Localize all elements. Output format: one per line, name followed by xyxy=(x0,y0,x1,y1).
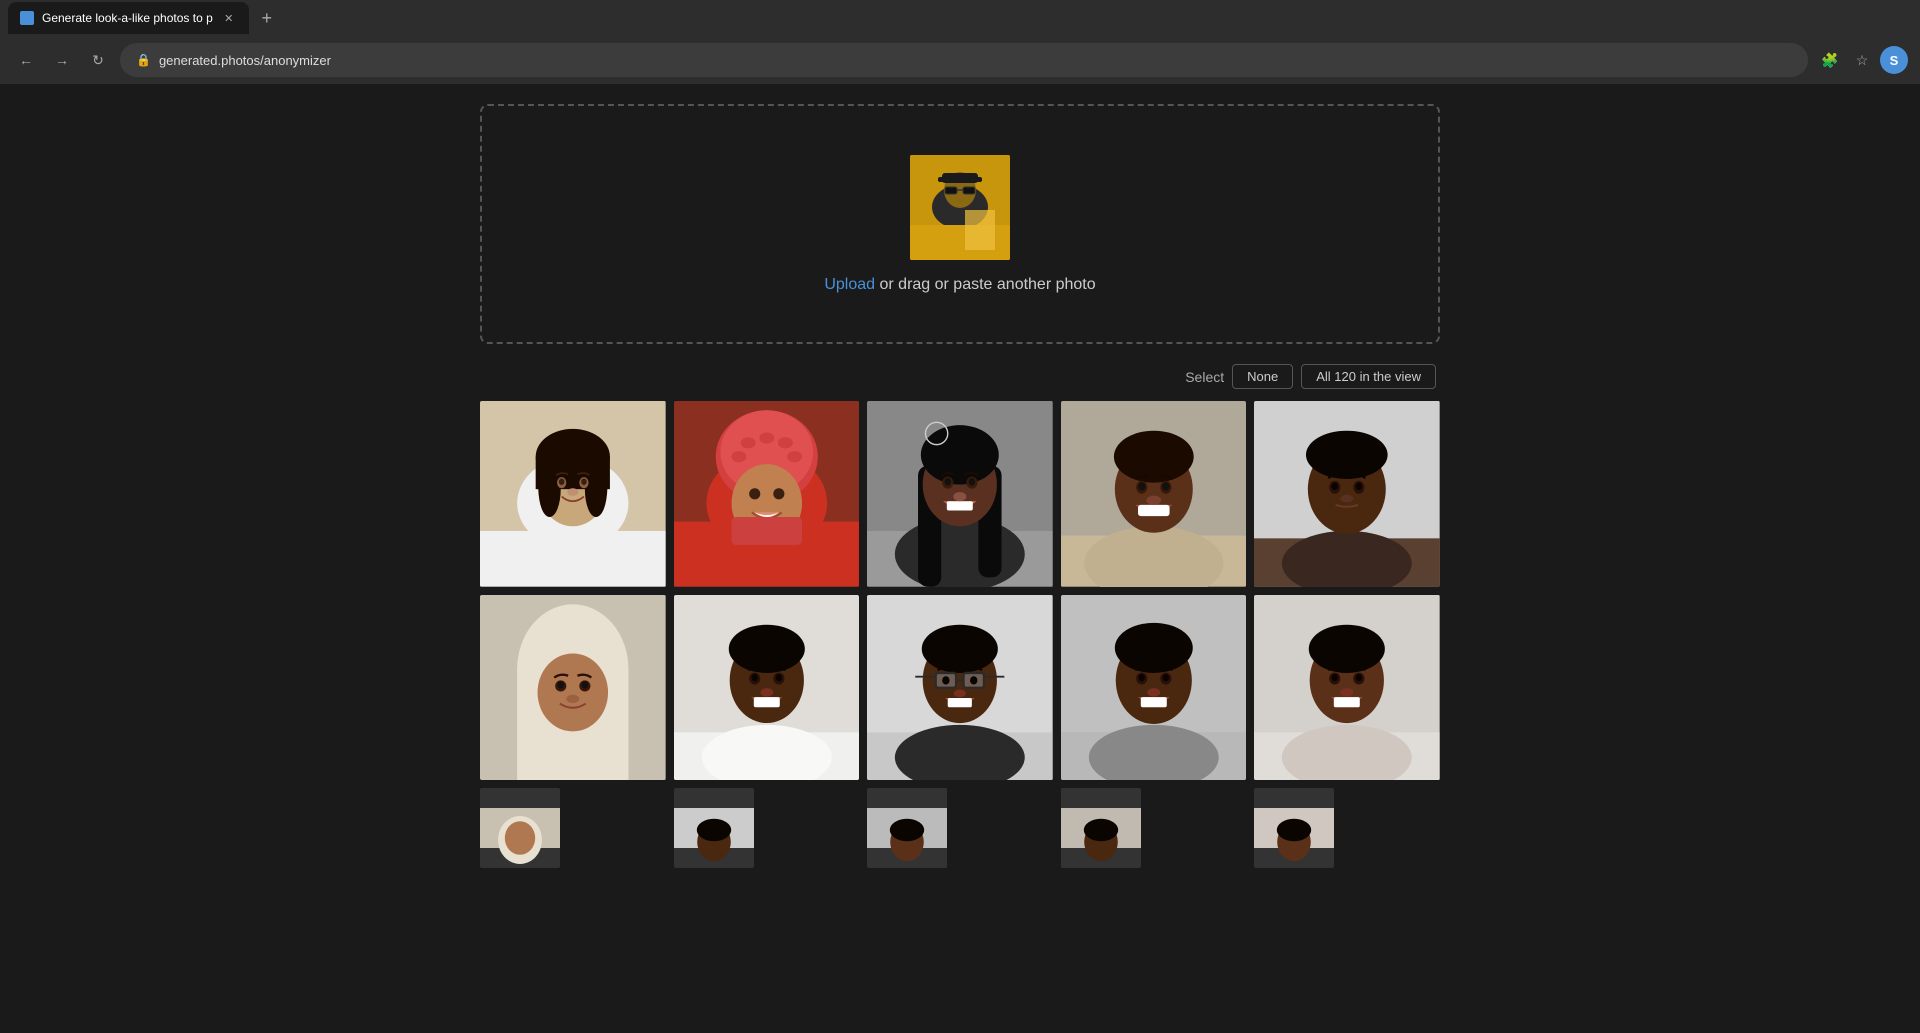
url-text: generated.photos/anonymizer xyxy=(159,53,1792,68)
photo-item[interactable] xyxy=(867,401,1053,587)
profile-button[interactable]: S xyxy=(1880,46,1908,74)
back-button[interactable]: ← xyxy=(12,46,40,74)
extensions-button[interactable]: 🧩 xyxy=(1816,46,1844,74)
new-tab-button[interactable]: + xyxy=(253,4,281,32)
photo-item[interactable] xyxy=(1254,788,1334,868)
photo-item[interactable] xyxy=(1254,595,1440,781)
none-button[interactable]: None xyxy=(1232,364,1293,389)
photo-item[interactable] xyxy=(480,788,560,868)
photo-item[interactable] xyxy=(867,595,1053,781)
active-tab[interactable]: Generate look-a-like photos to p ✕ xyxy=(8,2,249,34)
photo-item[interactable] xyxy=(674,401,860,587)
photo-item[interactable] xyxy=(1254,401,1440,587)
forward-button[interactable]: → xyxy=(48,46,76,74)
photo-item[interactable] xyxy=(480,595,666,781)
photo-item[interactable] xyxy=(480,401,666,587)
photo-item[interactable] xyxy=(1061,788,1141,868)
photo-item[interactable] xyxy=(674,595,860,781)
upload-text: Upload or drag or paste another photo xyxy=(824,276,1095,294)
select-all-button[interactable]: All 120 in the view xyxy=(1301,364,1436,389)
lock-icon: 🔒 xyxy=(136,53,151,67)
tab-bar: Generate look-a-like photos to p ✕ + xyxy=(0,0,1920,36)
upload-description: or drag or paste another photo xyxy=(875,276,1096,293)
tab-close-button[interactable]: ✕ xyxy=(221,10,237,26)
uploaded-photo xyxy=(910,155,1010,260)
photo-item[interactable] xyxy=(1061,401,1247,587)
main-container: Upload or drag or paste another photo Se… xyxy=(460,104,1460,868)
toolbar-icons: 🧩 ☆ S xyxy=(1816,46,1908,74)
photo-item[interactable] xyxy=(1061,595,1247,781)
photo-item[interactable] xyxy=(867,788,947,868)
address-bar-row: ← → ↻ 🔒 generated.photos/anonymizer 🧩 ☆ … xyxy=(0,36,1920,84)
photo-item[interactable] xyxy=(674,788,754,868)
tab-favicon xyxy=(20,11,34,25)
address-bar[interactable]: 🔒 generated.photos/anonymizer xyxy=(120,43,1808,77)
bookmark-button[interactable]: ☆ xyxy=(1848,46,1876,74)
upload-zone[interactable]: Upload or drag or paste another photo xyxy=(480,104,1440,344)
gallery-controls: Select None All 120 in the view xyxy=(480,364,1440,389)
profile-avatar[interactable]: S xyxy=(1880,46,1908,74)
refresh-button[interactable]: ↻ xyxy=(84,46,112,74)
photo-grid xyxy=(480,401,1440,868)
page-content: Upload or drag or paste another photo Se… xyxy=(0,84,1920,1033)
select-label: Select xyxy=(1185,369,1224,385)
tab-title: Generate look-a-like photos to p xyxy=(42,11,213,25)
upload-link[interactable]: Upload xyxy=(824,276,875,293)
